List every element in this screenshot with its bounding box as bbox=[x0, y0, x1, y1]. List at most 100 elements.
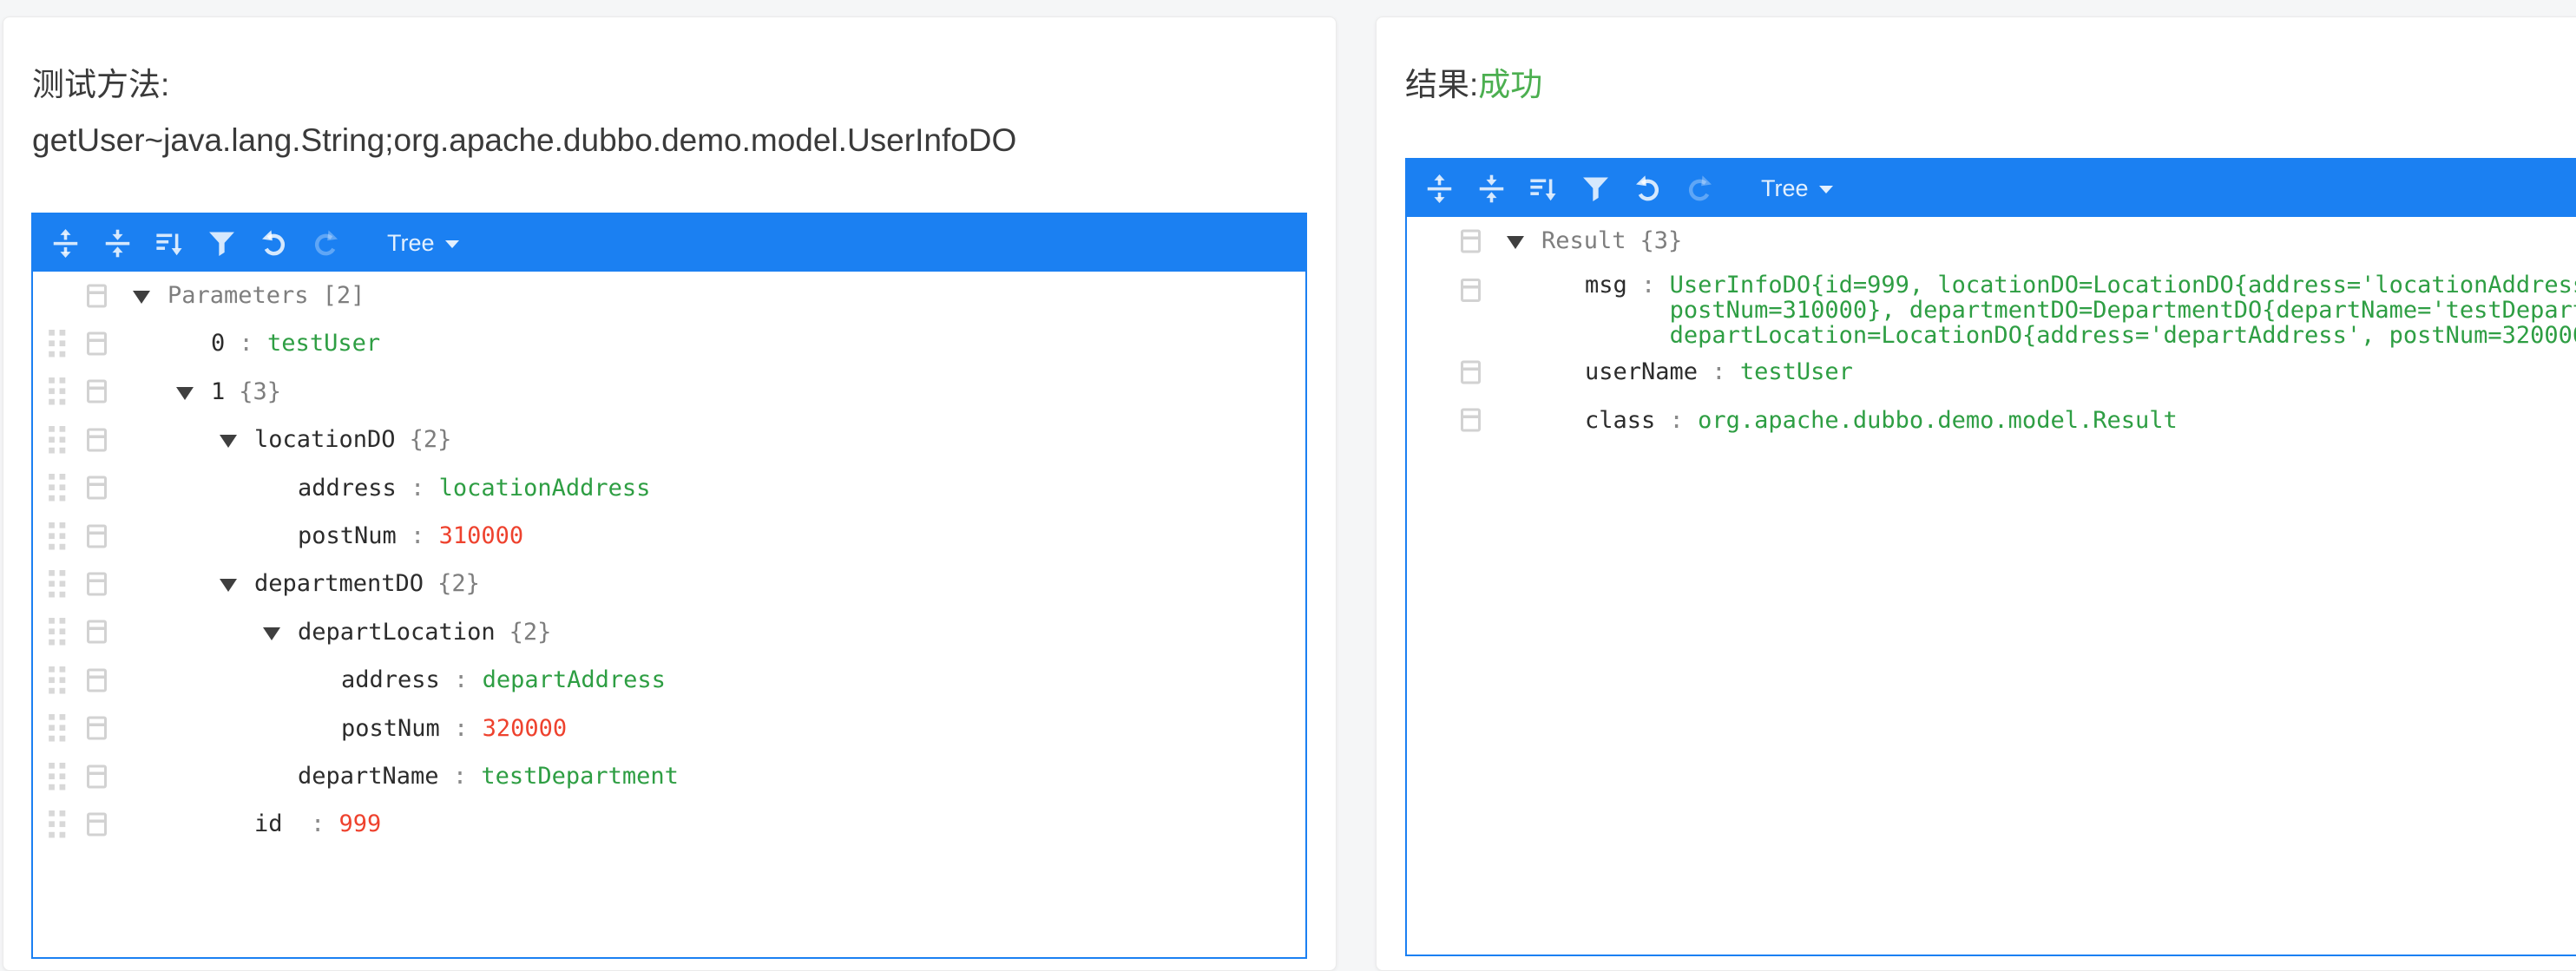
json-value: testUser bbox=[1740, 358, 1853, 385]
child-count-badge: {3} bbox=[1640, 227, 1683, 254]
undo-icon[interactable] bbox=[1633, 169, 1662, 207]
tree-row: id : 999 bbox=[33, 800, 1305, 848]
tree-row: 1 {3} bbox=[33, 368, 1305, 416]
redo-icon[interactable] bbox=[311, 224, 340, 262]
key-value-separator: : bbox=[1627, 272, 1670, 299]
json-key[interactable]: postNum bbox=[298, 522, 397, 549]
chevron-down-icon bbox=[445, 240, 459, 248]
expand-all-icon[interactable] bbox=[50, 224, 80, 262]
drag-handle-icon[interactable] bbox=[49, 474, 66, 502]
context-menu-icon[interactable] bbox=[1461, 361, 1481, 384]
tree-row: class : org.apache.dubbo.demo.model.Resu… bbox=[1407, 397, 2576, 444]
tree-row: address : departAddress bbox=[33, 656, 1305, 704]
context-menu-icon[interactable] bbox=[87, 764, 107, 788]
context-menu-icon[interactable] bbox=[87, 380, 107, 403]
drag-handle-icon[interactable] bbox=[49, 330, 66, 358]
test-method-label: 测试方法: bbox=[32, 57, 1016, 113]
context-menu-icon[interactable] bbox=[87, 812, 107, 836]
json-key[interactable]: address bbox=[298, 475, 397, 502]
child-count-badge: {2} bbox=[509, 619, 552, 646]
drag-handle-icon[interactable] bbox=[49, 714, 66, 742]
json-key[interactable]: locationDO bbox=[254, 426, 396, 453]
tree-view: Result {3} msg : UserInfoDO{id=999, locati… bbox=[1407, 217, 2576, 444]
tree-row: departName : testDepartment bbox=[33, 752, 1305, 800]
json-key[interactable]: departName bbox=[298, 763, 439, 790]
context-menu-icon[interactable] bbox=[1461, 229, 1481, 253]
key-value-separator: : bbox=[440, 715, 483, 742]
tree-row: postNum : 320000 bbox=[33, 705, 1305, 752]
json-key[interactable]: postNum bbox=[341, 715, 440, 742]
result-json-editor: Tree Result {3} msg : UserInfoDO{id=999, lo… bbox=[1405, 158, 2576, 956]
json-key[interactable]: 1 bbox=[211, 378, 225, 405]
collapse-triangle-icon[interactable] bbox=[133, 291, 150, 304]
json-value[interactable]: locationAddress bbox=[439, 475, 651, 502]
context-menu-icon[interactable] bbox=[87, 717, 107, 740]
sort-icon[interactable] bbox=[154, 224, 184, 262]
filter-icon[interactable] bbox=[1580, 169, 1610, 207]
tree-view: Parameters[2]0 : testUser1{3}locationDO{… bbox=[33, 272, 1305, 849]
collapse-triangle-icon[interactable] bbox=[1507, 236, 1524, 249]
context-menu-icon[interactable] bbox=[1461, 409, 1481, 432]
json-value[interactable]: departAddress bbox=[483, 666, 666, 693]
json-value[interactable]: 999 bbox=[339, 810, 382, 837]
tree-row: userName : testUser bbox=[1407, 348, 2576, 396]
context-menu-icon[interactable] bbox=[87, 476, 107, 500]
json-value: UserInfoDO{id=999, locationDO=LocationDO… bbox=[1670, 272, 2576, 348]
key-value-separator: : bbox=[1655, 407, 1698, 434]
context-menu-icon[interactable] bbox=[87, 573, 107, 596]
context-menu-icon[interactable] bbox=[1461, 279, 1481, 302]
collapse-triangle-icon[interactable] bbox=[220, 579, 237, 592]
tree-row: 0 : testUser bbox=[33, 319, 1305, 367]
result-title: 结果:成功 bbox=[1405, 57, 1542, 113]
context-menu-icon[interactable] bbox=[87, 332, 107, 356]
json-value[interactable]: 320000 bbox=[483, 715, 568, 742]
context-menu-icon[interactable] bbox=[87, 284, 107, 307]
mode-dropdown[interactable]: Tree bbox=[1761, 175, 1833, 202]
collapse-triangle-icon[interactable] bbox=[220, 435, 237, 448]
key-value-separator: : bbox=[1698, 358, 1740, 385]
json-key[interactable]: 0 bbox=[211, 330, 225, 357]
drag-handle-icon[interactable] bbox=[49, 426, 66, 454]
sort-icon[interactable] bbox=[1528, 169, 1558, 207]
json-key[interactable]: id bbox=[254, 810, 283, 837]
context-menu-icon[interactable] bbox=[87, 668, 107, 692]
context-menu-icon[interactable] bbox=[87, 620, 107, 644]
undo-icon[interactable] bbox=[259, 224, 288, 262]
tree-row: Result {3} bbox=[1407, 217, 2576, 265]
drag-handle-icon[interactable] bbox=[49, 570, 66, 598]
drag-handle-icon[interactable] bbox=[49, 522, 66, 550]
json-value[interactable]: testUser bbox=[267, 330, 380, 357]
mode-dropdown[interactable]: Tree bbox=[387, 230, 459, 257]
json-key[interactable]: address bbox=[341, 666, 440, 693]
collapse-all-icon[interactable] bbox=[1476, 169, 1506, 207]
collapse-triangle-icon[interactable] bbox=[263, 627, 280, 640]
child-count-badge: {3} bbox=[239, 378, 281, 405]
json-key: Result bbox=[1541, 227, 1626, 254]
filter-icon[interactable] bbox=[207, 224, 236, 262]
drag-handle-icon[interactable] bbox=[49, 666, 66, 694]
json-key: msg bbox=[1585, 272, 1627, 299]
key-value-separator: : bbox=[440, 666, 483, 693]
tree-row: address : locationAddress bbox=[33, 464, 1305, 512]
child-count-badge: {2} bbox=[437, 570, 480, 597]
context-menu-icon[interactable] bbox=[87, 524, 107, 548]
key-value-separator: : bbox=[283, 810, 339, 837]
json-key[interactable]: departmentDO bbox=[254, 570, 424, 597]
collapse-all-icon[interactable] bbox=[102, 224, 132, 262]
editor-toolbar: Tree bbox=[33, 214, 1305, 272]
expand-all-icon[interactable] bbox=[1424, 169, 1454, 207]
json-value[interactable]: testDepartment bbox=[481, 763, 679, 790]
tree-row: msg : UserInfoDO{id=999, locationDO=Loca… bbox=[1407, 265, 2576, 348]
tree-row: departmentDO {2} bbox=[33, 560, 1305, 607]
result-label: 结果: bbox=[1405, 67, 1478, 102]
drag-handle-icon[interactable] bbox=[49, 763, 66, 791]
drag-handle-icon[interactable] bbox=[49, 618, 66, 646]
dubbo-test-page: { "colors":{"accent_blue":"#1b80f2","str… bbox=[0, 0, 2576, 932]
drag-handle-icon[interactable] bbox=[49, 377, 66, 405]
json-key[interactable]: departLocation bbox=[298, 619, 496, 646]
drag-handle-icon[interactable] bbox=[49, 810, 66, 838]
collapse-triangle-icon[interactable] bbox=[176, 387, 194, 400]
json-value[interactable]: 310000 bbox=[439, 522, 524, 549]
context-menu-icon[interactable] bbox=[87, 428, 107, 451]
redo-icon[interactable] bbox=[1685, 169, 1714, 207]
